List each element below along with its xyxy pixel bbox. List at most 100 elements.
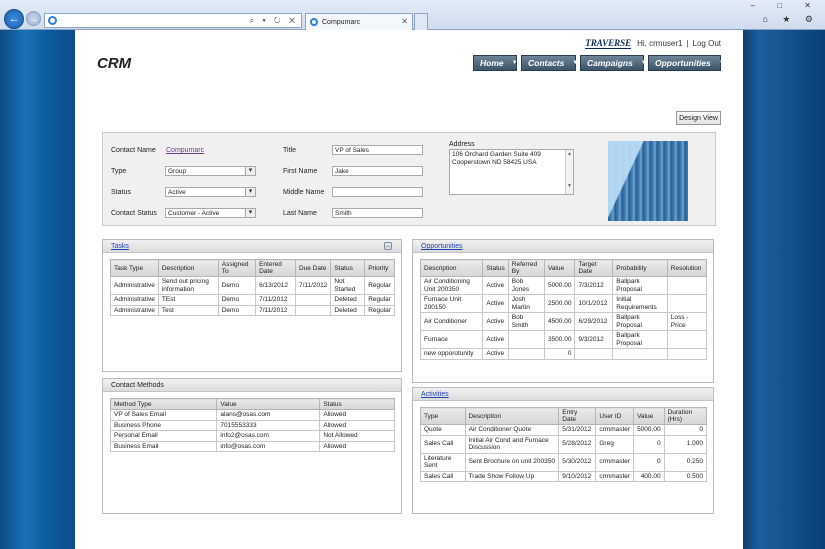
tasks-link[interactable]: Tasks: [111, 243, 129, 250]
table-row[interactable]: Furnace Unit 200150 Active Josh Martin 2500…: [419, 294, 708, 313]
browser-tool-icons[interactable]: ⌂ ★ ⚙: [762, 14, 819, 25]
table-cell: Ballpark Proposal: [612, 312, 668, 331]
table-cell: 7/11/2012: [255, 294, 296, 306]
table-cell: 7015553333: [216, 419, 321, 431]
window-buttons[interactable]: – □ ✕: [751, 1, 821, 10]
column-header[interactable]: Probability: [612, 259, 668, 277]
table-row[interactable]: new opporotunity Active 0: [419, 348, 708, 360]
table-row[interactable]: Administrative Send out pricing informati…: [110, 276, 395, 295]
scrollbar[interactable]: ▲ ▼: [565, 150, 573, 194]
activities-panel: Activities Type Description Entry Date User…: [412, 387, 714, 514]
column-header[interactable]: Assigned To: [217, 259, 257, 277]
column-header[interactable]: Value: [216, 398, 321, 410]
address-tools[interactable]: ⌕ ▾ ↻ ✕: [250, 16, 298, 26]
browser-tab[interactable]: Compumarc ✕: [305, 13, 413, 30]
table-row[interactable]: Quote Air Conditioner Quote 5/31/2012 crmma…: [420, 424, 708, 436]
column-header[interactable]: Target Date: [574, 259, 614, 277]
column-header[interactable]: Status: [482, 259, 509, 277]
table-cell: [294, 294, 332, 306]
address-bar[interactable]: ⌕ ▾ ↻ ✕: [44, 13, 302, 28]
table-row[interactable]: Administrative Test Demo 7/11/2012 Deleted Re…: [110, 304, 395, 316]
table-cell: 0: [633, 434, 665, 454]
table-row[interactable]: Business Phone 7015553333 Allowed: [109, 419, 395, 431]
table-row[interactable]: Administrative TEst Demo 7/11/2012 Deleted Re…: [110, 294, 395, 306]
table-row[interactable]: Furnace Active 3500.00 9/3/2012 Ballpark Pro…: [419, 330, 708, 349]
tab-title: Compumarc: [322, 18, 361, 26]
table-cell: 5/28/2012: [558, 434, 597, 454]
table-cell: Active: [482, 348, 509, 360]
table-cell: 400.00: [633, 470, 665, 482]
activities-header: Activities: [413, 388, 713, 401]
column-header[interactable]: Type: [420, 407, 466, 425]
last-name-field[interactable]: Smith: [332, 208, 423, 218]
column-header[interactable]: Entry Date: [558, 407, 597, 425]
table-row[interactable]: VP of Sales Email alans@osas.com Allowed: [109, 409, 395, 421]
new-tab-button[interactable]: [414, 13, 428, 30]
table-cell: Initial Air Cond and Furnace Discussion: [464, 434, 560, 454]
forward-arrow-icon[interactable]: →: [26, 11, 41, 26]
table-cell: Sales Call: [420, 434, 466, 454]
status-value: Active: [168, 189, 186, 196]
table-row[interactable]: Air Conditioning Unit 200350 Active Bob Jo…: [419, 276, 708, 295]
close-icon[interactable]: ✕: [401, 17, 408, 26]
table-row[interactable]: Business Email info@osas.com Allowed: [109, 440, 395, 452]
activities-link[interactable]: Activities: [421, 391, 449, 398]
contact-status-value: Customer - Active: [168, 210, 220, 217]
column-header[interactable]: Description: [157, 259, 219, 277]
table-row[interactable]: Literature Sent Sent Brochure on unit 200…: [420, 452, 708, 472]
address-line-2: Cooperstown ND 58425 USA: [452, 159, 537, 166]
opportunities-link[interactable]: Opportunities: [421, 243, 463, 250]
logout-link[interactable]: Log Out: [693, 39, 721, 48]
column-header[interactable]: Duration (Hrs): [663, 407, 708, 425]
first-name-field[interactable]: Jake: [332, 166, 423, 176]
column-header[interactable]: Referred By: [507, 259, 545, 277]
column-header[interactable]: Entered Date: [255, 259, 296, 277]
table-cell: 9/3/2012: [574, 330, 614, 349]
table-row[interactable]: Sales Call Trade Show Follow Up 9/10/2012 c…: [420, 470, 708, 482]
table-cell: 0: [543, 348, 576, 360]
column-header[interactable]: Status: [330, 259, 366, 277]
address-textarea[interactable]: 106 Orchard Garden Suite 409 Cooperstown…: [449, 149, 574, 195]
table-cell: 6/13/2012: [255, 276, 296, 295]
table-row[interactable]: Personal Email info2@osas.com Not Allowed: [109, 430, 395, 442]
column-header[interactable]: Resolution: [666, 259, 708, 277]
collapse-icon[interactable]: ︽: [384, 242, 392, 250]
type-select[interactable]: Group: [165, 166, 256, 176]
table-cell: Demo: [217, 294, 257, 306]
column-header[interactable]: User ID: [595, 407, 635, 425]
table-cell: Regular: [364, 294, 395, 306]
table-cell: 4500.00: [543, 312, 576, 331]
menu-home[interactable]: Home ▼: [473, 55, 518, 71]
contact-name-link[interactable]: Compumarc: [166, 147, 204, 154]
table-cell: info@osas.com: [216, 440, 321, 452]
table-cell: Demo: [217, 276, 257, 295]
column-header[interactable]: Method Type: [109, 398, 218, 410]
column-header[interactable]: Priority: [364, 259, 395, 277]
table-row[interactable]: Sales Call Initial Air Cond and Furnace D…: [420, 434, 708, 454]
table-cell: info2@osas.com: [216, 430, 321, 442]
separator: |: [686, 39, 689, 48]
menu-campaigns[interactable]: Campaigns ▼: [580, 55, 647, 71]
middle-name-field[interactable]: [332, 187, 423, 197]
tasks-header: Tasks: [103, 240, 401, 253]
column-header[interactable]: Task Type: [110, 259, 159, 277]
column-header[interactable]: Status: [319, 398, 395, 410]
design-view-button[interactable]: Design View: [676, 111, 721, 125]
table-cell: Furnace Unit 200150: [419, 294, 484, 313]
back-arrow-icon[interactable]: ←: [4, 9, 24, 29]
browser-chrome: ← → ⌕ ▾ ↻ ✕ Compumarc ✕ – □ ✕ ⌂ ★ ⚙: [0, 0, 825, 30]
status-select[interactable]: Active: [165, 187, 256, 197]
column-header[interactable]: Due Date: [294, 259, 332, 277]
chevron-down-icon: ▼: [640, 60, 647, 66]
menu-contacts[interactable]: Contacts ▼: [521, 55, 579, 71]
column-header[interactable]: Description: [464, 407, 560, 425]
title-field[interactable]: VP of Sales: [332, 145, 423, 155]
contact-status-select[interactable]: Customer - Active: [165, 208, 256, 218]
menu-opportunities[interactable]: Opportunities ▼: [648, 55, 725, 71]
menu-label: Home: [480, 58, 504, 68]
table-row[interactable]: Air Conditioner Active Bob Smith 4500.00 6/2…: [419, 312, 708, 331]
column-header[interactable]: Value: [633, 407, 665, 425]
chevron-down-icon: ▼: [572, 60, 579, 66]
column-header[interactable]: Description: [419, 259, 484, 277]
column-header[interactable]: Value: [543, 259, 576, 277]
